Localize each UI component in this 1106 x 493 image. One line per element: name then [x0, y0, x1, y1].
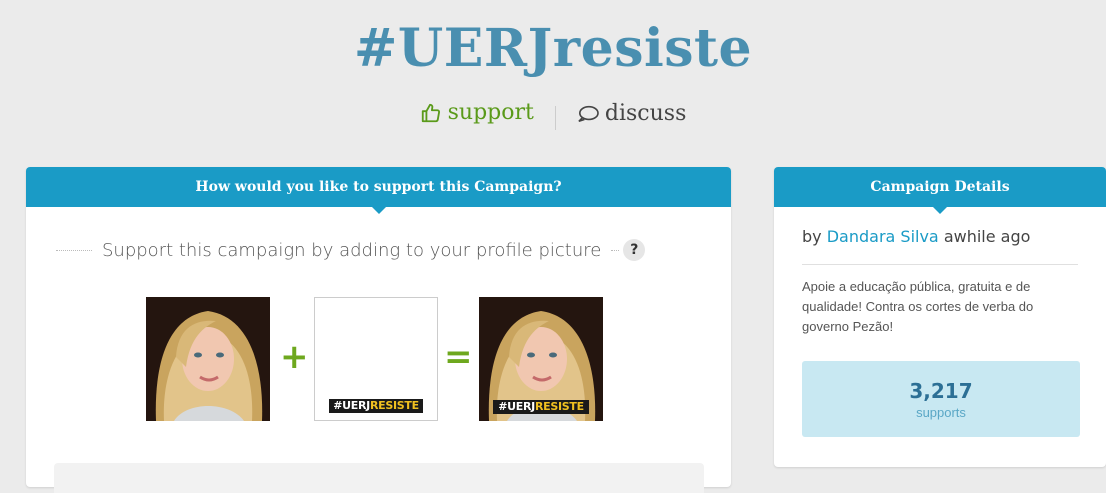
- badge-resiste: RESISTE: [534, 400, 584, 413]
- supports-stat: 3,217 supports: [802, 361, 1080, 437]
- badge-hash: #: [498, 400, 508, 413]
- next-section-bar: [54, 463, 704, 493]
- dotted-rule: [611, 249, 620, 251]
- portrait-image: [146, 297, 270, 421]
- header-notch: [933, 207, 947, 214]
- profile-picture-preview: + #UERJRESISTE = #UERJRESISTE: [146, 297, 606, 423]
- divider: [802, 264, 1078, 265]
- original-profile-photo: [146, 297, 270, 421]
- campaign-title: #UERJresiste: [353, 18, 753, 79]
- profile-picture-heading: Support this campaign by adding to your …: [102, 239, 602, 261]
- badge-uerj: UERJ: [342, 399, 370, 412]
- campaign-details-card: Campaign Details by Dandara Silva awhile…: [774, 167, 1106, 467]
- support-link[interactable]: support: [420, 100, 534, 125]
- campaign-badge: #UERJRESISTE: [329, 399, 423, 413]
- support-options-card: How would you like to support this Campa…: [26, 167, 731, 493]
- support-label: support: [447, 100, 534, 125]
- result-profile-photo: #UERJRESISTE: [479, 297, 603, 421]
- equals-sign: =: [444, 337, 473, 377]
- details-card-title: Campaign Details: [870, 179, 1010, 195]
- speech-bubble-icon: [578, 105, 599, 122]
- campaign-actions: support discuss: [0, 100, 1106, 130]
- supports-label: supports: [916, 405, 966, 420]
- campaign-description: Apoie a educação pública, gratuita e de …: [802, 279, 1034, 334]
- byline-time: awhile ago: [943, 227, 1031, 246]
- profile-picture-option: Support this campaign by adding to your …: [56, 239, 706, 261]
- support-card-title: How would you like to support this Campa…: [195, 179, 562, 195]
- byline-prefix: by: [802, 227, 822, 246]
- help-icon[interactable]: ?: [623, 239, 646, 261]
- campaign-frame-overlay: #UERJRESISTE: [314, 297, 438, 421]
- plus-sign: +: [280, 337, 309, 377]
- campaign-badge: #UERJRESISTE: [493, 400, 589, 414]
- support-card-header: How would you like to support this Campa…: [26, 167, 731, 214]
- dotted-rule: [56, 249, 92, 251]
- discuss-link[interactable]: discuss: [577, 101, 686, 126]
- badge-hash: #: [333, 399, 343, 412]
- author-byline: by Dandara Silva awhile ago: [802, 227, 1030, 246]
- badge-resiste: RESISTE: [369, 399, 419, 412]
- details-card-header: Campaign Details: [774, 167, 1106, 214]
- discuss-label: discuss: [604, 101, 687, 126]
- header-notch: [371, 207, 386, 214]
- badge-uerj: UERJ: [507, 400, 535, 413]
- author-link[interactable]: Dandara Silva: [827, 227, 939, 246]
- actions-divider: [554, 105, 556, 130]
- supports-count: 3,217: [909, 379, 973, 403]
- thumbs-up-icon: [421, 103, 440, 122]
